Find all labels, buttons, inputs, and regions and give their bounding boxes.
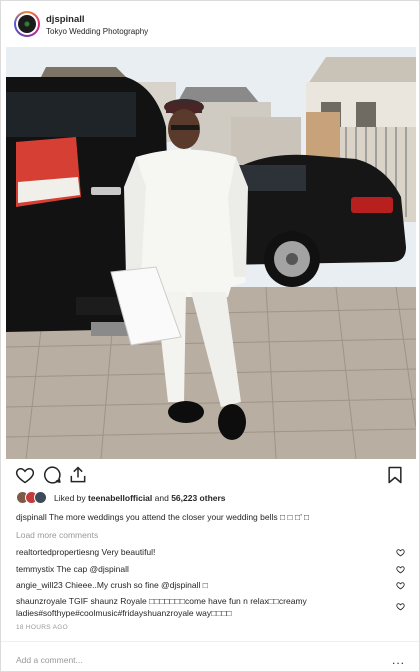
comment-username[interactable]: angie_will23 (16, 580, 63, 590)
comment-item: realtortedpropertiesng Very beautiful! (16, 546, 386, 558)
likes-prefix: Liked by (54, 493, 89, 503)
post-photo[interactable] (6, 47, 416, 459)
comment-text: Very beautiful! (99, 547, 156, 557)
comment-text: The cap @djspinall (54, 564, 129, 574)
share-icon[interactable] (68, 465, 88, 485)
comment-username[interactable]: shaunzroyale (16, 596, 67, 606)
likes-summary: Liked by teenabellofficial and 56,223 ot… (16, 490, 406, 506)
comment-item: shaunzroyale TGIF shaunz Royale □□□□□□□c… (16, 595, 386, 619)
heart-icon[interactable] (396, 581, 405, 590)
comment-item: angie_will23 Chieee..My crush so fine @d… (16, 579, 386, 591)
caption-text: The more weddings you attend the closer … (46, 512, 310, 522)
likes-middle: and (152, 493, 172, 503)
avatar[interactable] (14, 11, 40, 37)
comment-username[interactable]: temmystix (16, 564, 54, 574)
heart-icon[interactable] (396, 565, 405, 574)
heart-icon[interactable] (15, 465, 35, 485)
post-header: djspinall Tokyo Wedding Photography (1, 1, 419, 47)
add-comment-input[interactable]: Add a comment... (16, 655, 83, 665)
divider (1, 641, 419, 642)
post-caption: djspinall The more weddings you attend t… (16, 512, 309, 522)
photo-image (6, 47, 416, 459)
likes-count[interactable]: 56,223 others (171, 493, 225, 503)
liker-avatar[interactable] (34, 491, 47, 504)
comment-item: temmystix The cap @djspinall (16, 563, 386, 575)
post-card: djspinall Tokyo Wedding Photography Like… (0, 0, 420, 672)
likes-user[interactable]: teenabellofficial (88, 493, 152, 503)
post-timestamp[interactable]: 18 HOURS AGO (16, 624, 68, 631)
heart-icon[interactable] (396, 602, 405, 611)
caption-username[interactable]: djspinall (16, 512, 47, 522)
comment-icon[interactable] (42, 465, 62, 485)
bookmark-icon[interactable] (385, 465, 405, 485)
post-username[interactable]: djspinall (46, 14, 85, 25)
load-more-comments[interactable]: Load more comments (16, 530, 98, 540)
comment-text: Chieee..My crush so fine @djspinall □ (62, 580, 208, 590)
more-options-icon[interactable]: ... (392, 653, 405, 667)
post-location[interactable]: Tokyo Wedding Photography (46, 27, 148, 36)
comment-username[interactable]: realtortedpropertiesng (16, 547, 99, 557)
post-actions (1, 463, 419, 489)
heart-icon[interactable] (396, 548, 405, 557)
